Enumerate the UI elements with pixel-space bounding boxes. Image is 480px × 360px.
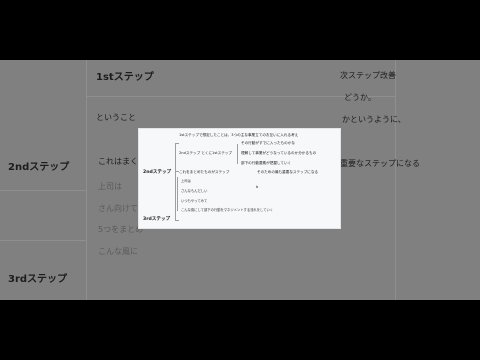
bg-step-label: 2ndステップ [8, 162, 70, 173]
branch-upper-label: 2ndステップ とくに1stステップ [179, 151, 232, 155]
upper-connector [237, 144, 238, 164]
mid-item: 上司は [181, 179, 191, 183]
bg-label: どうか。 [344, 93, 376, 102]
bg-label: こんな風に [98, 247, 138, 256]
left-top-label: 2ndステップ [143, 170, 172, 175]
divider-row-2 [0, 190, 86, 191]
bg-step-label: 3rdステップ [8, 274, 68, 285]
mid-marker: b [256, 185, 259, 189]
upper-item: 理解して事業がどうなっているのか分かるもの [241, 151, 317, 155]
mid-connector [177, 177, 178, 211]
bg-label: 重要なステップになる [340, 159, 420, 168]
branch-mid-right: そのための最も重要なステップになる [257, 170, 319, 174]
mid-item: こんな風にして部下の行動をマネジメントする流れをしていく [181, 208, 274, 212]
mid-item: さんなもんだしい [181, 189, 208, 193]
mindmap-card: 1stステップで想定したことは、3つの主な事業立てのお互いに入れる考え 2ndス… [138, 128, 341, 229]
top-note: 1stステップで想定したことは、3つの主な事業立てのお互いに入れる考え [179, 133, 299, 137]
bg-label: 次ステップ改善 [340, 71, 396, 80]
video-frame: 1stステップ 次ステップ改善 どうか。 ということ かというように、 2ndス… [0, 0, 480, 360]
branch-mid-left: これをまとめたものがステップ [179, 170, 230, 174]
bg-label: さん向けて [98, 204, 138, 213]
bg-label: 上司は [98, 182, 122, 191]
divider-row-3 [0, 240, 86, 241]
trunk-line [175, 143, 176, 221]
divider-right [395, 60, 396, 300]
upper-item: その行動がすでに入ったものかな [241, 141, 295, 145]
left-bottom-label: 3rdステップ [143, 217, 171, 222]
upper-item: 部下の行動要素が把握していく [241, 161, 292, 165]
mid-item: いつもやってみて [181, 199, 208, 203]
bg-label: ということ [96, 113, 136, 122]
bg-label: 1stステップ [96, 72, 154, 83]
branch-line [175, 143, 179, 144]
bg-label: かというように、 [342, 115, 406, 124]
bg-label: 5つをまとめ [98, 225, 144, 234]
branch-line [175, 220, 179, 221]
